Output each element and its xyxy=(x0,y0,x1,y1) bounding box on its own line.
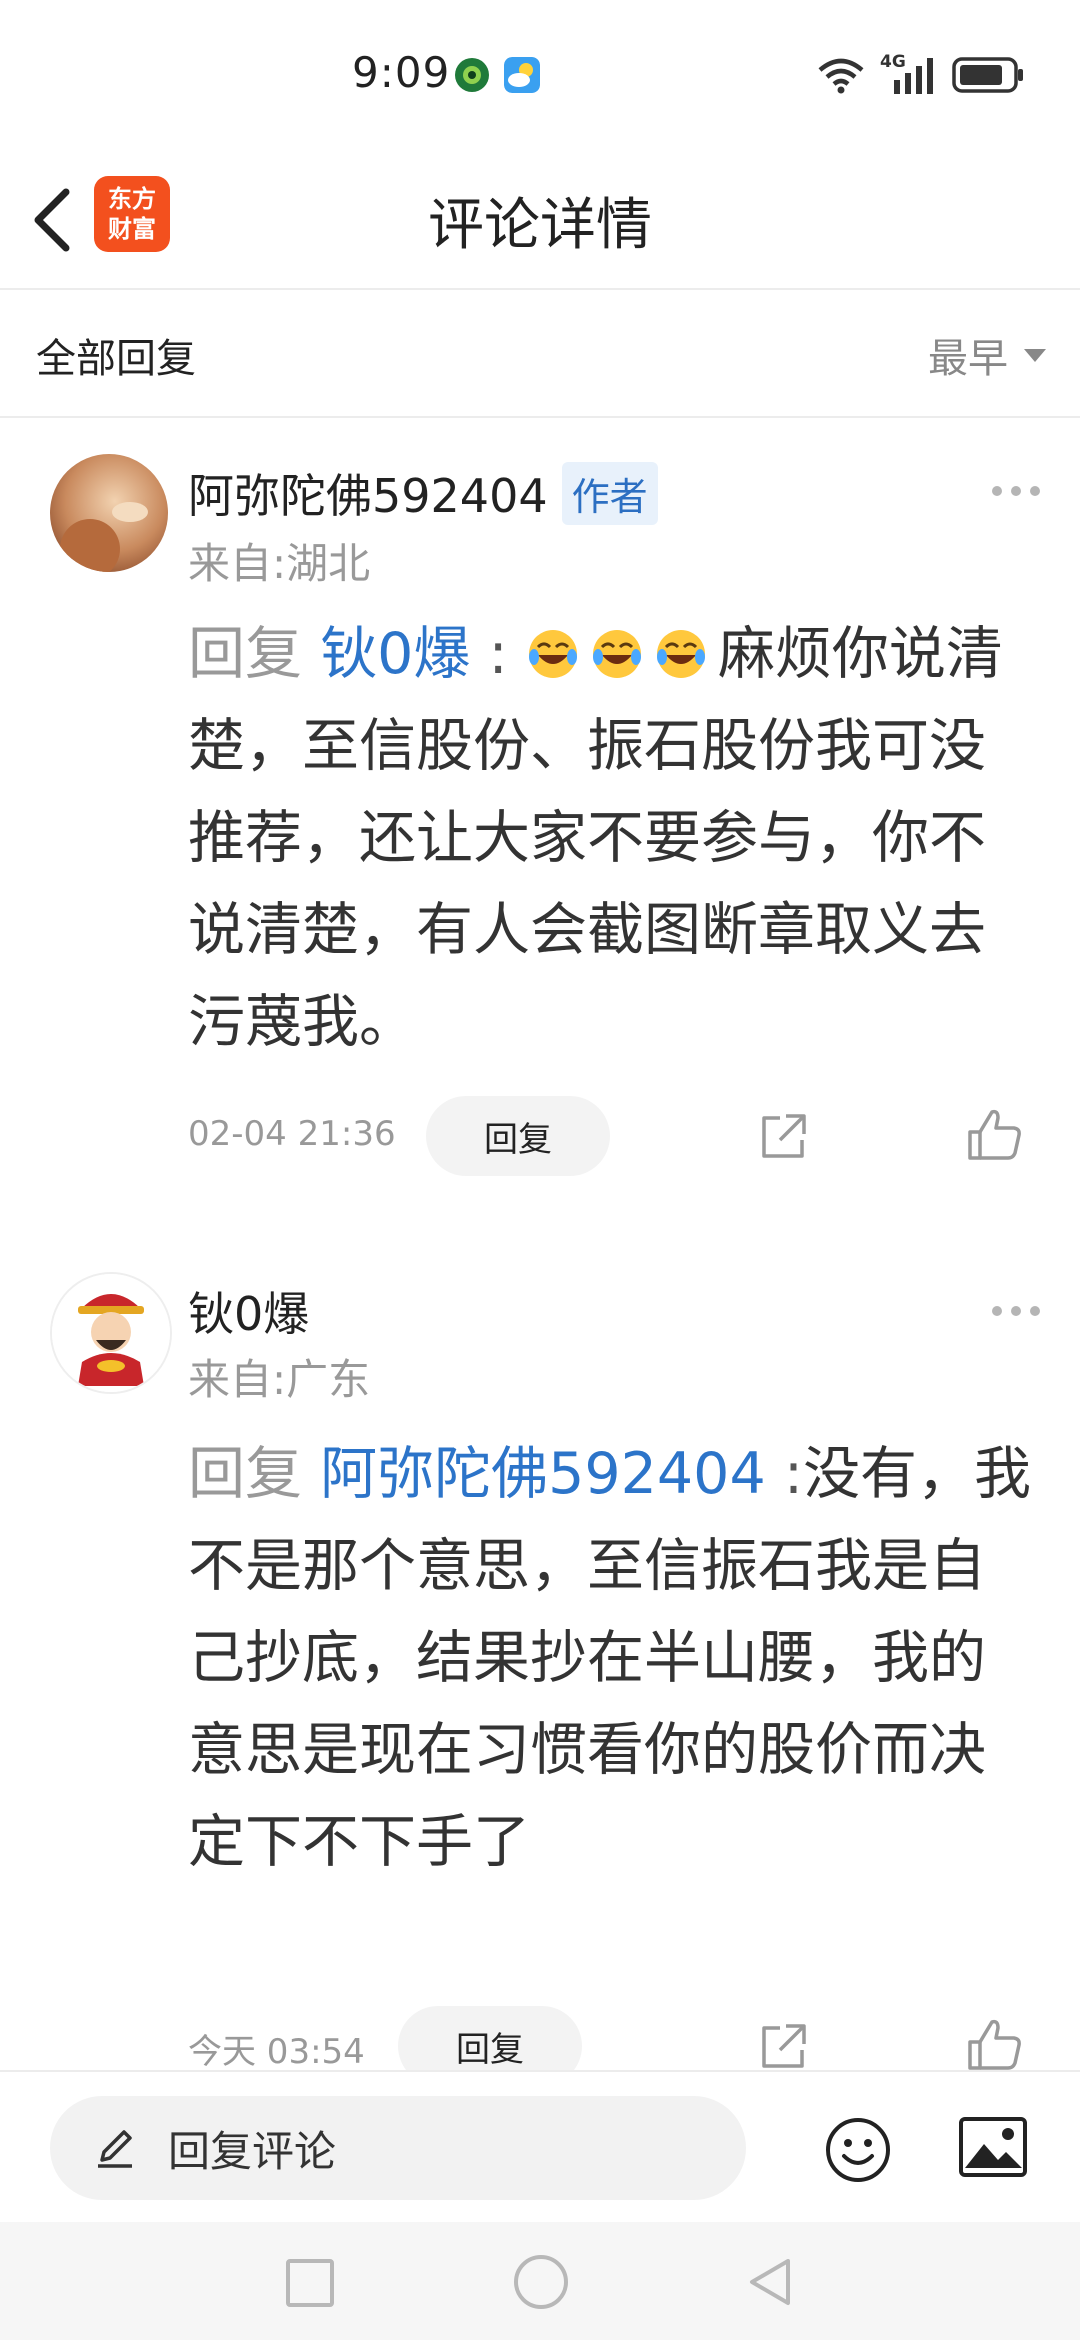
pencil-icon xyxy=(98,2130,132,2168)
avatar[interactable] xyxy=(50,1272,172,1394)
comment-header: 钬0爆 xyxy=(188,1278,309,1344)
status-bar: 9:09 4G xyxy=(0,0,1080,150)
status-indicators: 4G xyxy=(816,52,1024,94)
signal-icon: 4G xyxy=(880,52,938,94)
thumbs-up-icon[interactable] xyxy=(966,2016,1024,2074)
comment-text: 回复 钬0爆 : 麻烦你说清楚，至信股份、振石股份我可没推荐，还让大家不要参与，… xyxy=(188,608,1036,1068)
share-icon[interactable] xyxy=(756,1108,812,1164)
reply-filter-bar: 全部回复 最早 xyxy=(0,290,1080,418)
emoji-icon[interactable] xyxy=(824,2116,892,2184)
nav-back-icon[interactable] xyxy=(744,2255,796,2309)
status-time: 9:09 xyxy=(352,48,451,97)
app-notification-icon xyxy=(455,58,489,92)
thumbs-up-icon[interactable] xyxy=(966,1106,1024,1164)
weather-icon xyxy=(504,57,540,93)
user-location: 来自:广东 xyxy=(188,1355,371,1404)
all-replies-label: 全部回复 xyxy=(36,336,196,382)
sort-label: 最早 xyxy=(928,336,1008,382)
caret-down-icon xyxy=(1024,348,1046,362)
comment-text: 回复 阿弥陀佛592404 :没有，我不是那个意思，至信振石我是自己抄底，结果抄… xyxy=(188,1428,1036,1888)
laughing-crying-emoji-icon xyxy=(528,630,577,678)
reply-bar: 回复评论 xyxy=(0,2070,1080,2224)
battery-icon xyxy=(952,57,1023,93)
laughing-crying-emoji-icon xyxy=(656,630,705,678)
comment-body: 麻烦你说清楚，至信股份、振石股份我可没推荐，还让大家不要参与，你不说清楚，有人会… xyxy=(188,621,1003,1055)
image-icon[interactable] xyxy=(958,2116,1028,2178)
author-badge: 作者 xyxy=(561,461,658,525)
comment-header: 阿弥陀佛592404 作者 xyxy=(188,460,658,526)
mentioned-user-link[interactable]: 阿弥陀佛592404 xyxy=(320,1441,766,1507)
user-name[interactable]: 阿弥陀佛592404 xyxy=(188,460,548,526)
mentioned-user-link[interactable]: 钬0爆 xyxy=(320,621,470,687)
comment-meta: 02-04 21:36 回复 xyxy=(188,1096,1048,1176)
wifi-icon xyxy=(818,58,864,94)
app-header: 东方 财富 评论详情 xyxy=(0,150,1080,290)
share-icon[interactable] xyxy=(756,2018,812,2074)
home-icon[interactable] xyxy=(514,2255,568,2309)
reply-placeholder: 回复评论 xyxy=(168,2126,337,2176)
recents-icon[interactable] xyxy=(286,2259,334,2307)
user-location: 来自:湖北 xyxy=(188,539,371,588)
reply-prefix: 回复 xyxy=(188,621,302,687)
reply-prefix: 回复 xyxy=(188,1441,302,1507)
laughing-crying-emoji-icon xyxy=(592,630,641,678)
more-options-icon[interactable] xyxy=(992,1306,1040,1316)
sort-dropdown[interactable]: 最早 xyxy=(928,326,1046,384)
reply-button[interactable]: 回复 xyxy=(426,1096,610,1176)
comment-timestamp: 今天 03:54 xyxy=(188,2032,365,2072)
page-title: 评论详情 xyxy=(428,193,652,258)
system-nav-bar xyxy=(0,2222,1080,2340)
reply-input[interactable]: 回复评论 xyxy=(50,2096,746,2200)
avatar[interactable] xyxy=(50,454,168,572)
colon: : xyxy=(783,1441,804,1507)
more-options-icon[interactable] xyxy=(992,486,1040,496)
colon: : xyxy=(488,621,508,687)
comment-timestamp: 02-04 21:36 xyxy=(188,1114,396,1154)
user-name[interactable]: 钬0爆 xyxy=(188,1278,309,1344)
